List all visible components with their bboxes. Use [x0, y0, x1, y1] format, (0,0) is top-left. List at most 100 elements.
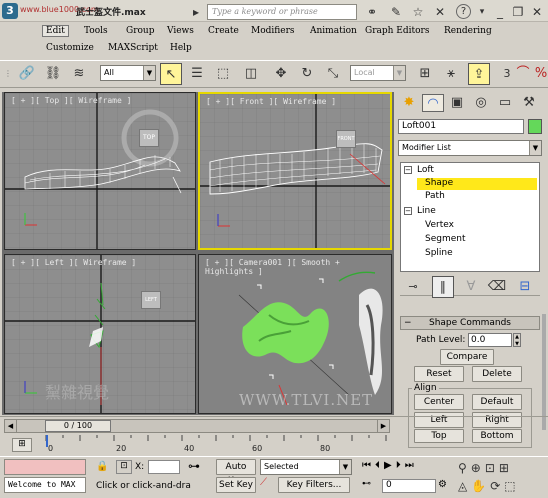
collapse-loft-icon[interactable]: −: [404, 166, 412, 174]
create-tab-icon[interactable]: ✸: [398, 94, 420, 112]
maximize-viewport-icon[interactable]: ⬚: [504, 479, 519, 493]
modifier-list-dropdown[interactable]: Modifier List ▼: [398, 140, 542, 156]
collapse-line-icon[interactable]: −: [404, 207, 412, 215]
select-and-link-icon[interactable]: 🔗: [16, 63, 38, 85]
unlink-icon[interactable]: ⛓: [42, 63, 64, 85]
zoom-extents-all-icon[interactable]: ⊞: [499, 461, 513, 475]
key-mode-toggle-icon[interactable]: ⊷: [362, 479, 374, 491]
time-slider-track[interactable]: ◀ 0 / 100 ▶: [4, 419, 390, 433]
viewport-top-label[interactable]: [ + ][ Top ][ Wireframe ]: [11, 96, 131, 105]
menu-modifiers[interactable]: Modifiers: [251, 26, 295, 36]
bind-space-warp-icon[interactable]: ≋: [68, 63, 90, 85]
tools-icon[interactable]: ✎: [388, 4, 404, 20]
app-logo-icon[interactable]: 3: [2, 3, 18, 19]
pan-icon[interactable]: ✋: [471, 479, 490, 493]
close-x-icon[interactable]: ✕: [432, 4, 448, 20]
help-dropdown-icon[interactable]: ▾: [474, 4, 490, 20]
rectangular-selection-icon[interactable]: ⬚: [212, 63, 234, 85]
star-icon[interactable]: ☆: [410, 4, 426, 20]
object-color-swatch[interactable]: [528, 119, 542, 134]
viewcube-top[interactable]: TOP: [139, 129, 159, 147]
compare-button[interactable]: Compare: [440, 349, 494, 365]
search-input[interactable]: Type a keyword or phrase: [207, 4, 357, 20]
selection-filter-dropdown[interactable]: All ▼: [100, 65, 156, 81]
viewport-left-label[interactable]: [ + ][ Left ][ Wireframe ]: [11, 258, 136, 267]
window-crossing-icon[interactable]: ◫: [240, 63, 262, 85]
frame-ruler[interactable]: 020406080100: [44, 435, 388, 455]
menu-graph-editors[interactable]: Graph Editors: [365, 26, 429, 36]
menu-rendering[interactable]: Rendering: [444, 26, 492, 36]
stack-item-line[interactable]: Line: [417, 206, 436, 216]
select-and-move-icon[interactable]: ✥: [270, 63, 292, 85]
stack-item-shape[interactable]: Shape: [425, 178, 453, 188]
delete-button[interactable]: Delete: [472, 366, 522, 382]
viewport-front-label[interactable]: [ + ][ Front ][ Wireframe ]: [206, 97, 336, 106]
remove-modifier-icon[interactable]: ⌫: [486, 276, 508, 298]
pivot-center-icon[interactable]: ⊞: [414, 63, 436, 85]
menu-tools[interactable]: Tools: [84, 26, 108, 36]
help-icon[interactable]: ?: [456, 4, 471, 19]
display-tab-icon[interactable]: ▭: [494, 94, 516, 112]
zoom-all-icon[interactable]: ⊕: [471, 461, 485, 475]
object-name-field[interactable]: Loft001: [398, 119, 524, 134]
absolute-mode-icon[interactable]: ⊡: [116, 460, 132, 474]
x-coord-input[interactable]: [148, 460, 180, 474]
reset-button[interactable]: Reset: [414, 366, 464, 382]
mini-curve-editor-icon[interactable]: ⊞: [12, 438, 32, 452]
menu-customize[interactable]: Customize: [46, 43, 94, 53]
orbit-icon[interactable]: ⟳: [490, 479, 504, 493]
hierarchy-tab-icon[interactable]: ▣: [446, 94, 468, 112]
play-icon[interactable]: ▶: [384, 460, 396, 471]
select-and-scale-icon[interactable]: ⤡: [322, 63, 344, 85]
viewport-top[interactable]: TOP [ + ][ Top ][ Wireframe ]: [4, 92, 196, 250]
expand-arrow-icon[interactable]: ▸: [188, 4, 204, 20]
center-button[interactable]: Center: [414, 394, 464, 410]
stack-item-loft[interactable]: Loft: [417, 165, 434, 175]
menu-views[interactable]: Views: [167, 26, 194, 36]
select-and-rotate-icon[interactable]: ↻: [296, 63, 318, 85]
viewcube-front[interactable]: FRONT: [336, 130, 356, 148]
path-level-input[interactable]: 0.0: [468, 333, 512, 347]
viewport-front[interactable]: FRONT [ + ][ Front ][ Wireframe ]: [198, 92, 392, 250]
menu-animation[interactable]: Animation: [310, 26, 357, 36]
close-window-icon[interactable]: ✕: [529, 4, 545, 20]
path-level-spinner[interactable]: ▲ ▼: [513, 333, 521, 347]
maxscript-listener-pink[interactable]: [4, 459, 86, 475]
go-to-end-icon[interactable]: ⏭: [405, 460, 418, 471]
keyboard-shortcut-override-icon[interactable]: ⇪: [468, 63, 490, 85]
go-to-start-icon[interactable]: ⏮: [362, 460, 375, 471]
default-button[interactable]: Default: [472, 394, 522, 410]
viewcube-left[interactable]: LEFT: [141, 291, 161, 309]
time-slider-thumb[interactable]: 0 / 100: [45, 420, 111, 432]
stack-item-spline[interactable]: Spline: [425, 248, 453, 258]
menu-edit[interactable]: Edit: [42, 25, 69, 37]
time-next-icon[interactable]: ▶: [377, 420, 389, 432]
key-filters-button[interactable]: Key Filters...: [278, 477, 350, 493]
viewport-camera-label[interactable]: [ + ][ Camera001 ][ Smooth + Highlights …: [205, 258, 391, 276]
pin-stack-icon[interactable]: ⊸: [402, 276, 424, 298]
default-in-out-tangent-icon[interactable]: ⟋: [260, 477, 276, 493]
field-of-view-icon[interactable]: ◬: [458, 479, 471, 493]
stack-item-vertex[interactable]: Vertex: [425, 220, 454, 230]
motion-tab-icon[interactable]: ◎: [470, 94, 492, 112]
select-by-name-icon[interactable]: ☰: [186, 63, 208, 85]
stack-item-path[interactable]: Path: [425, 191, 445, 201]
auto-key-button[interactable]: Auto Key: [216, 459, 256, 486]
set-key-button[interactable]: Set Key: [216, 477, 256, 493]
shape-commands-rollout-header[interactable]: − Shape Commands: [400, 316, 540, 330]
time-configuration-icon[interactable]: ⚙: [438, 479, 450, 493]
time-prev-icon[interactable]: ◀: [5, 420, 17, 432]
percent-snap-icon[interactable]: %: [530, 63, 548, 85]
viewport-camera[interactable]: [ + ][ Camera001 ][ Smooth + Highlights …: [198, 254, 392, 414]
menu-maxscript[interactable]: MAXScript: [108, 43, 158, 53]
zoom-icon[interactable]: ⚲: [458, 461, 471, 475]
select-manipulate-icon[interactable]: ⚹: [440, 63, 462, 85]
modify-tab-icon[interactable]: ◠: [422, 94, 444, 112]
menu-create[interactable]: Create: [208, 26, 239, 36]
command-panel-scrollbar[interactable]: [542, 314, 546, 430]
key-mode-dropdown[interactable]: Selected ▼: [260, 459, 352, 475]
reference-coord-dropdown[interactable]: Local ▼: [350, 65, 406, 81]
lock-selection-icon[interactable]: 🔒: [96, 461, 108, 475]
maxscript-listener-white[interactable]: Welcome to MAX: [4, 477, 86, 493]
menu-help[interactable]: Help: [170, 43, 192, 53]
